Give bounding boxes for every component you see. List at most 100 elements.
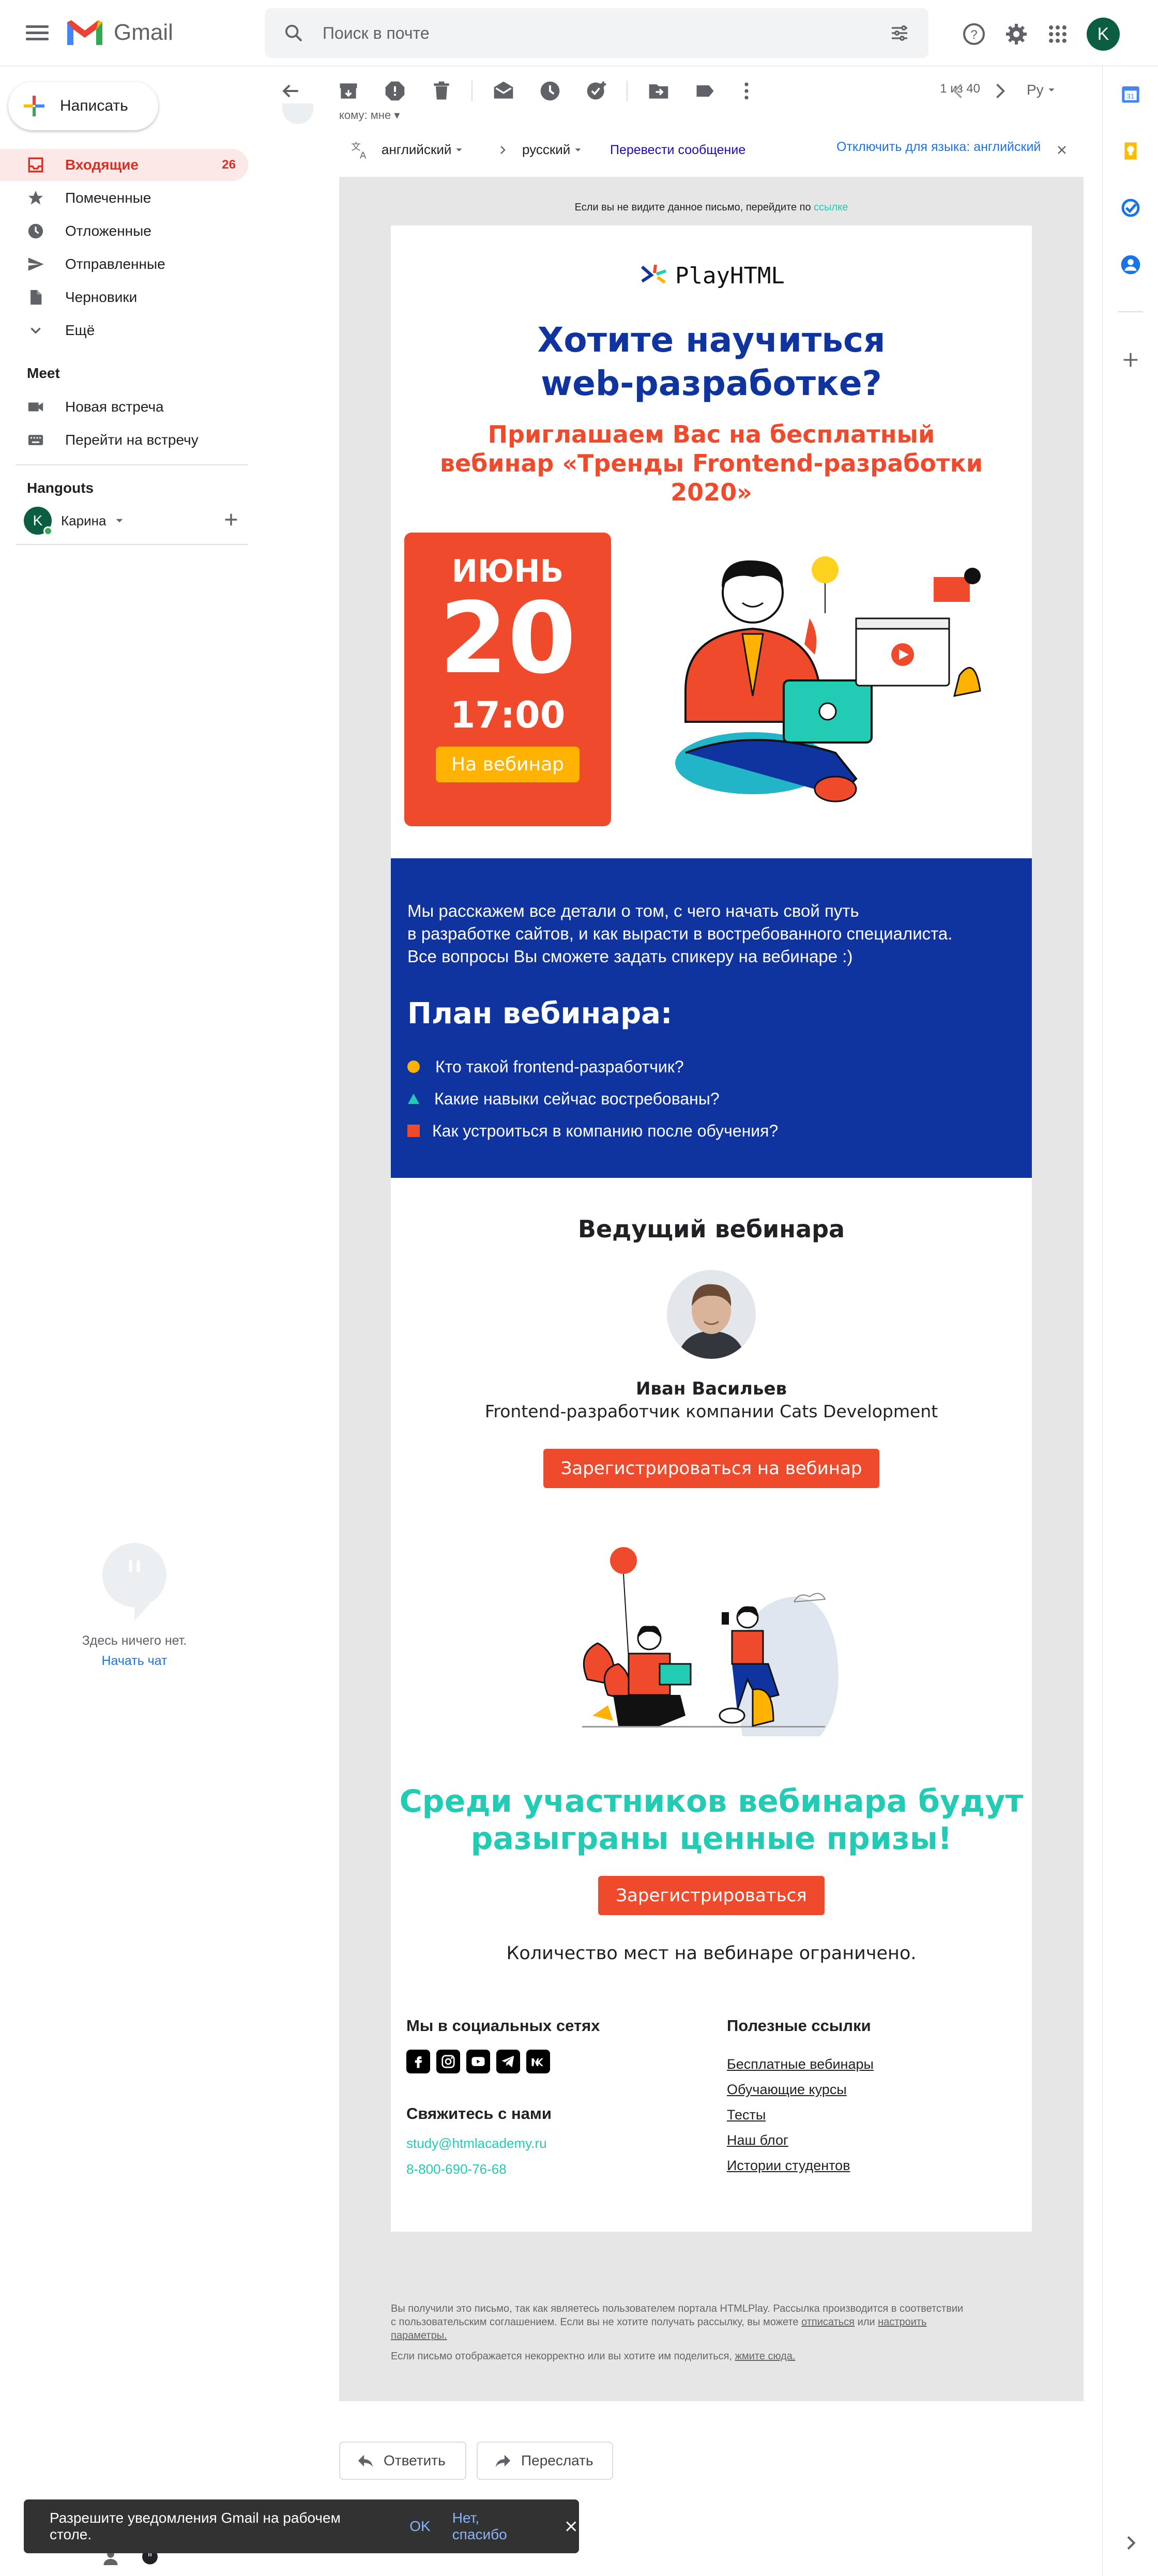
teal-triangle-icon (408, 1094, 419, 1104)
footer-link[interactable]: Бесплатные вебинары (727, 2052, 874, 2077)
gmail-logo[interactable]: Gmail (65, 18, 173, 48)
telegram-icon[interactable] (496, 2050, 520, 2073)
input-language-button[interactable]: Ру (1027, 82, 1055, 98)
unsubscribe-link[interactable]: отписаться (801, 2316, 855, 2328)
footer-link[interactable]: Тесты (727, 2102, 874, 2128)
youtube-icon[interactable] (466, 2050, 490, 2073)
notification-snackbar: Разрешите уведомления Gmail на рабочем с… (24, 2499, 579, 2553)
add-to-tasks-icon[interactable] (585, 80, 608, 102)
sidebar-item-starred[interactable]: Помеченные (0, 182, 248, 214)
intro-line: в разработке сайтов, и как вырасти в вос… (407, 924, 953, 943)
snooze-clock-icon[interactable] (539, 80, 561, 102)
archive-icon[interactable] (337, 80, 360, 102)
webinar-date-card: ИЮНЬ 20 17:00 На вебинар (404, 533, 611, 826)
sidebar-item-more[interactable]: Ещё (0, 314, 248, 346)
settings-link-continued[interactable]: параметры. (391, 2329, 1032, 2342)
mark-unread-icon[interactable] (492, 80, 515, 102)
tasks-icon[interactable] (1120, 198, 1141, 218)
recipient-line[interactable]: кому: мне ▾ (339, 109, 400, 122)
contacts-icon[interactable] (1120, 254, 1141, 275)
disable-translation-link[interactable]: Отключить для языка: английский (836, 140, 1041, 155)
online-status-dot (43, 526, 53, 536)
register-button[interactable]: Зарегистрироваться (598, 1876, 825, 1915)
chevron-right-icon[interactable] (988, 80, 1011, 102)
help-icon[interactable]: ? (962, 22, 986, 47)
plan-item-text: Какие навыки сейчас востребованы? (434, 1089, 720, 1108)
footer-link[interactable]: Наш блог (727, 2128, 874, 2153)
keep-notes-icon[interactable] (1120, 141, 1141, 161)
prizes-line: Среди участников вебинара будут (399, 1783, 1024, 1820)
delete-trash-icon[interactable] (430, 80, 453, 102)
chevron-right-icon[interactable] (1120, 2533, 1141, 2553)
headline-line: Хотите научиться (537, 320, 886, 360)
vk-icon[interactable] (526, 2050, 550, 2073)
chevron-left-icon[interactable] (947, 80, 970, 102)
register-webinar-button[interactable]: Зарегистрироваться на вебинар (543, 1449, 880, 1488)
compose-button[interactable]: Написать (8, 82, 158, 130)
sidebar-item-label: Черновики (65, 289, 138, 305)
move-to-folder-icon[interactable] (647, 80, 670, 102)
meet-item-label: Новая встреча (65, 399, 164, 415)
apps-grid-icon[interactable] (1046, 23, 1069, 46)
svg-text:文: 文 (351, 142, 360, 153)
inbox-unread-count: 26 (222, 158, 236, 172)
report-spam-icon[interactable] (384, 80, 406, 102)
target-language-select[interactable]: русский (522, 142, 582, 158)
instagram-icon[interactable] (436, 2050, 460, 2073)
snackbar-no-thanks-button[interactable]: Нет, спасибо (452, 2510, 537, 2543)
close-icon[interactable] (1056, 144, 1068, 156)
search-icon[interactable] (283, 23, 304, 43)
contact-email-link[interactable]: study@htmlacademy.ru (406, 2135, 547, 2151)
register-button-row: Зарегистрироваться на вебинар (391, 1449, 1032, 1488)
learners-illustration (582, 1547, 839, 1736)
label-tag-icon[interactable] (694, 80, 717, 102)
settings-gear-icon[interactable] (1004, 22, 1029, 47)
add-contact-plus-icon[interactable] (222, 511, 240, 528)
back-arrow-icon[interactable] (279, 80, 302, 102)
sidebar-divider (16, 544, 248, 545)
hangouts-user[interactable]: K Карина (24, 507, 124, 536)
contact-phone-link[interactable]: 8-800-690-76-68 (406, 2161, 507, 2177)
footer-link[interactable]: Истории студентов (727, 2153, 874, 2178)
register-short-row: Зарегистрироваться (391, 1876, 1032, 1915)
svg-text:A: A (360, 150, 367, 160)
hangouts-user-avatar: K (24, 507, 53, 536)
snackbar-ok-button[interactable]: OK (409, 2518, 430, 2535)
source-language: английский (382, 142, 452, 157)
caret-down-icon[interactable] (115, 517, 124, 525)
close-icon[interactable] (563, 2519, 579, 2534)
start-chat-link[interactable]: Начать чат (78, 1654, 191, 1669)
translate-message-link[interactable]: Перевести сообщение (610, 143, 745, 158)
settings-link[interactable]: настроить (878, 2316, 926, 2328)
account-avatar[interactable]: K (1087, 18, 1120, 51)
add-addon-plus-icon[interactable] (1120, 350, 1141, 370)
side-panel-divider (1118, 311, 1143, 312)
calendar-icon[interactable]: 31 (1120, 84, 1141, 104)
email-card-hero: PlayHTML Хотите научиться web-разработке… (391, 225, 1032, 858)
date-webinar-button[interactable]: На вебинар (436, 747, 580, 782)
sidebar-item-sent[interactable]: Отправленные (0, 248, 248, 280)
more-vertical-icon[interactable] (735, 80, 758, 102)
app-name: Gmail (114, 20, 173, 45)
meet-join-meeting[interactable]: Перейти на встречу (0, 424, 248, 456)
hangouts-user-initial: K (33, 512, 43, 528)
forward-button[interactable]: Переслать (477, 2442, 613, 2480)
search-options-icon[interactable] (889, 23, 910, 43)
chevron-right-icon (500, 146, 506, 154)
view-online-link[interactable]: жмите сюда. (735, 2351, 796, 2362)
reply-button[interactable]: Ответить (339, 2442, 466, 2480)
preheader-link[interactable]: ссылке (814, 202, 848, 213)
search-input[interactable] (323, 22, 840, 44)
video-camera-icon (28, 402, 43, 412)
footer-link[interactable]: Обучающие курсы (727, 2077, 874, 2102)
meet-new-meeting[interactable]: Новая встреча (0, 391, 248, 423)
sidebar-item-snoozed[interactable]: Отложенные (0, 215, 248, 247)
subheadline-line: Приглашаем Вас на бесплатный (487, 420, 935, 448)
sidebar-item-drafts[interactable]: Черновики (0, 281, 248, 313)
star-icon (28, 190, 43, 205)
facebook-icon[interactable] (406, 2050, 430, 2073)
main-menu-icon[interactable] (26, 22, 49, 42)
yellow-circle-icon (407, 1060, 420, 1073)
sidebar-item-inbox[interactable]: Входящие 26 (0, 149, 248, 181)
source-language-select[interactable]: английский (382, 142, 463, 158)
